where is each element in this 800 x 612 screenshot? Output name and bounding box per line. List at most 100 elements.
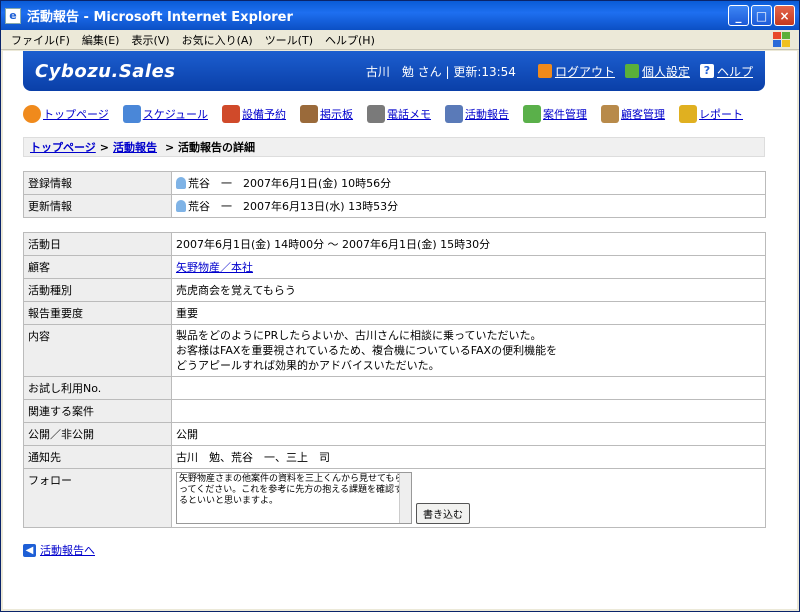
case-icon [523, 105, 542, 123]
menu-bar: ファイル(F) 編集(E) 表示(V) お気に入り(A) ツール(T) ヘルプ(… [1, 30, 799, 50]
write-button[interactable]: 書き込む [416, 503, 470, 524]
menu-file[interactable]: ファイル(F) [5, 32, 76, 48]
textarea-scrollbar[interactable] [399, 473, 411, 523]
content-cell: 製品をどのようにPRしたらよいか、古川さんに相談に乗っていただいた。お客様はFA… [171, 324, 766, 377]
nav-facility[interactable]: 設備予約 [222, 103, 286, 125]
follow-cell: 矢野物産さまの他案件の資料を三上くんから見せてもらってください。これを参考に先方… [171, 468, 766, 528]
close-button[interactable]: × [774, 5, 795, 26]
menu-help[interactable]: ヘルプ(H) [319, 32, 381, 48]
table-row: 通知先 古川 勉、荒谷 一、三上 司 [23, 445, 766, 469]
notify-label: 通知先 [23, 445, 172, 469]
user-info: 古川 勉 さん | 更新:13:54 [365, 64, 516, 79]
customer-icon [601, 105, 620, 123]
menu-edit[interactable]: 編集(E) [76, 32, 126, 48]
notify-value: 古川 勉、荒谷 一、三上 司 [171, 445, 766, 469]
page-content: Cybozu.Sales 古川 勉 さん | 更新:13:54 ログアウト 個人… [3, 51, 797, 609]
title-bar: e 活動報告 - Microsoft Internet Explorer _ □… [1, 1, 799, 30]
content-line: どうアピールすれば効果的かアドバイスいただいた。 [176, 359, 440, 372]
logout-icon [537, 64, 552, 78]
registered-cell: 荒谷 一 2007年6月1日(金) 10時56分 [171, 171, 766, 195]
top-icon [23, 105, 41, 123]
follow-label: フォロー [23, 468, 172, 528]
date-label: 活動日 [23, 232, 172, 256]
windows-logo-icon [773, 32, 790, 47]
breadcrumb-separator: > [99, 140, 109, 154]
browser-window: e 活動報告 - Microsoft Internet Explorer _ □… [0, 0, 800, 612]
app-header: Cybozu.Sales 古川 勉 さん | 更新:13:54 ログアウト 個人… [23, 51, 765, 91]
customer-label: 顧客 [23, 255, 172, 279]
table-row: お試し利用No. [23, 376, 766, 400]
type-label: 活動種別 [23, 278, 172, 302]
report-icon [445, 105, 464, 123]
main-nav: トップページ スケジュール 設備予約 掲示板 電話メモ 活動報告 案件管理 顧客… [23, 103, 777, 125]
breadcrumb: トップページ > 活動報告 > 活動報告の詳細 [23, 137, 765, 157]
menu-tools[interactable]: ツール(T) [259, 32, 319, 48]
nav-label: 電話メモ [387, 108, 432, 121]
nav-case[interactable]: 案件管理 [523, 103, 587, 125]
meta-table: 登録情報 荒谷 一 2007年6月1日(金) 10時56分 更新情報 荒谷 一 20… [23, 171, 766, 218]
menu-favorites[interactable]: お気に入り(A) [176, 32, 259, 48]
nav-label: 掲示板 [320, 108, 354, 121]
help-icon: ? [699, 64, 714, 78]
nav-activity-report[interactable]: 活動報告 [445, 103, 509, 125]
breadcrumb-reports[interactable]: 活動報告 [113, 139, 157, 155]
public-value: 公開 [171, 422, 766, 446]
date-value: 2007年6月1日(金) 14時00分 〜 2007年6月1日(金) 15時30… [171, 232, 766, 256]
table-row: 報告重要度 重要 [23, 301, 766, 325]
app-logo: Cybozu.Sales [35, 60, 176, 82]
settings-label: 個人設定 [641, 64, 690, 79]
customer-link[interactable]: 矢野物産／本社 [176, 261, 253, 274]
updated-cell: 荒谷 一 2007年6月13日(水) 13時53分 [171, 194, 766, 218]
nav-customer[interactable]: 顧客管理 [601, 103, 665, 125]
help-label: ヘルプ [716, 64, 753, 79]
nav-label: 活動報告 [465, 108, 510, 121]
back-link[interactable]: ◀ 活動報告へ [23, 542, 797, 558]
settings-link[interactable]: 個人設定 [624, 63, 690, 80]
trial-label: お試し利用No. [23, 376, 172, 400]
help-link[interactable]: ? ヘルプ [699, 63, 753, 80]
chart-icon [679, 105, 698, 123]
related-value [171, 399, 766, 423]
content-line: 製品をどのようにPRしたらよいか、古川さんに相談に乗っていただいた。 [176, 329, 542, 342]
table-row: 登録情報 荒谷 一 2007年6月1日(金) 10時56分 [23, 171, 766, 195]
table-row: 活動日 2007年6月1日(金) 14時00分 〜 2007年6月1日(金) 15… [23, 232, 766, 256]
window-title: 活動報告 - Microsoft Internet Explorer [27, 10, 293, 25]
menu-view[interactable]: 表示(V) [125, 32, 175, 48]
public-label: 公開／非公開 [23, 422, 172, 446]
logout-link[interactable]: ログアウト [537, 63, 615, 80]
back-label: 活動報告へ [40, 544, 95, 557]
arrow-left-icon: ◀ [23, 543, 36, 557]
nav-board[interactable]: 掲示板 [300, 103, 353, 125]
table-row: 更新情報 荒谷 一 2007年6月13日(水) 13時53分 [23, 194, 766, 218]
person-icon [176, 200, 186, 212]
person-settings-icon [624, 64, 639, 78]
nav-label: 案件管理 [543, 108, 588, 121]
content-line: お客様はFAXを重要視されているため、複合機についているFAXの便利機能を [176, 344, 558, 357]
trial-value [171, 376, 766, 400]
nav-report[interactable]: レポート [679, 103, 743, 125]
registered-label: 登録情報 [23, 171, 172, 195]
minimize-button[interactable]: _ [728, 5, 749, 26]
table-row: 顧客 矢野物産／本社 [23, 255, 766, 279]
table-row: 関連する案件 [23, 399, 766, 423]
nav-label: レポート [699, 108, 744, 121]
detail-table: 活動日 2007年6月1日(金) 14時00分 〜 2007年6月1日(金) 15… [23, 232, 766, 528]
phone-icon [367, 105, 386, 123]
breadcrumb-top[interactable]: トップページ [30, 139, 96, 155]
type-value: 売虎商会を覚えてもらう [171, 278, 766, 302]
table-row: フォロー 矢野物産さまの他案件の資料を三上くんから見せてもらってください。これを… [23, 468, 766, 528]
maximize-button[interactable]: □ [751, 5, 772, 26]
customer-cell: 矢野物産／本社 [171, 255, 766, 279]
follow-textarea[interactable]: 矢野物産さまの他案件の資料を三上くんから見せてもらってください。これを参考に先方… [176, 472, 412, 524]
nav-phone-memo[interactable]: 電話メモ [367, 103, 431, 125]
ie-icon: e [5, 7, 21, 24]
updated-value: 荒谷 一 2007年6月13日(水) 13時53分 [188, 200, 399, 213]
importance-label: 報告重要度 [23, 301, 172, 325]
table-row: 内容 製品をどのようにPRしたらよいか、古川さんに相談に乗っていただいた。 お客様は… [23, 324, 766, 377]
nav-top[interactable]: トップページ [23, 103, 109, 125]
nav-schedule[interactable]: スケジュール [122, 103, 208, 125]
registered-value: 荒谷 一 2007年6月1日(金) 10時56分 [188, 177, 392, 190]
logout-label: ログアウト [554, 64, 615, 79]
nav-label: 設備予約 [242, 108, 287, 121]
breadcrumb-current: > 活動報告の詳細 [165, 141, 256, 154]
